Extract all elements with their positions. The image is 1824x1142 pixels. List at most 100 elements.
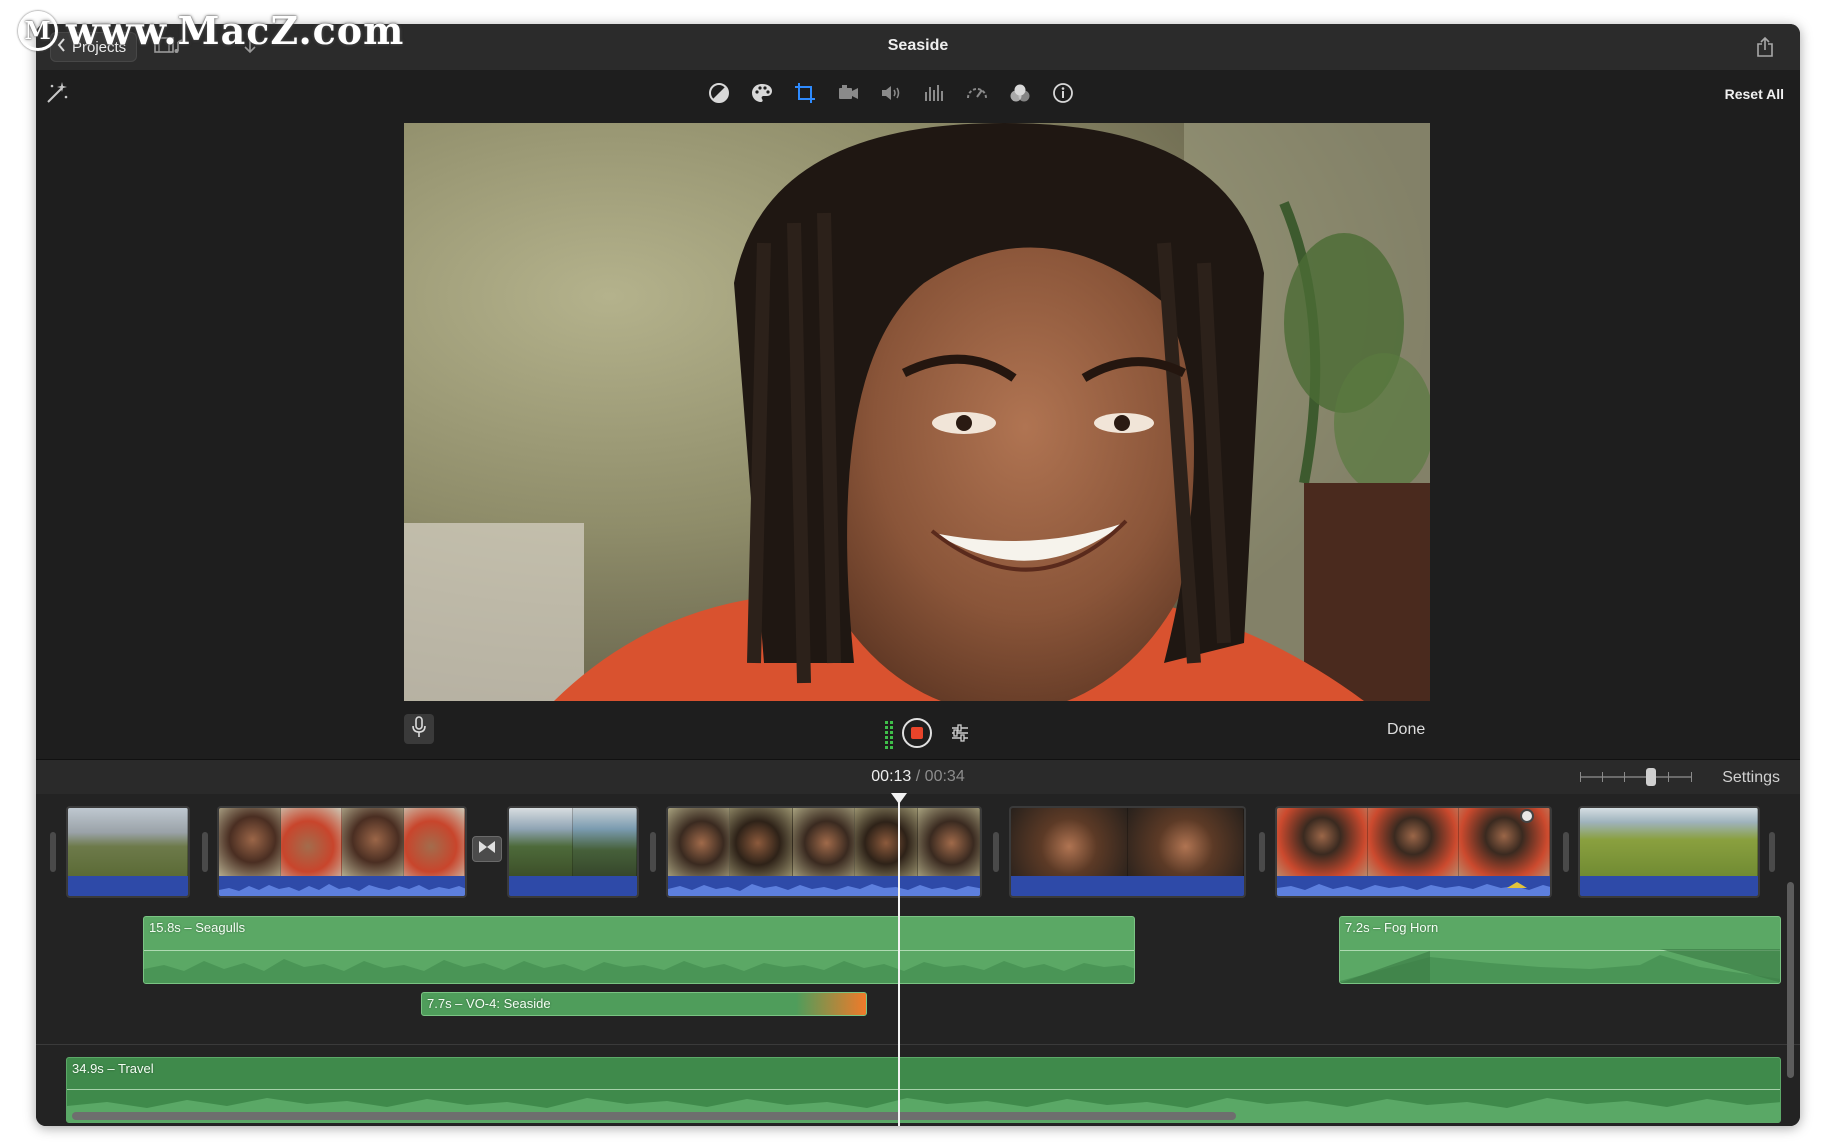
zoom-track [1580, 776, 1692, 778]
audio-clip-label: 7.2s – Fog Horn [1345, 920, 1439, 935]
zoom-tick [1602, 772, 1603, 782]
audio-clip-fog-horn[interactable]: 7.2s – Fog Horn [1339, 916, 1781, 984]
timeline-header: 00:13 / 00:34 Settings [36, 759, 1800, 794]
clip-thumbnails [1580, 808, 1758, 878]
audio-clip-label: 7.7s – VO-4: Seaside [427, 996, 551, 1011]
watermark-logo: M [18, 10, 58, 51]
video-viewer [404, 123, 1430, 701]
timeline-horizontal-scrollbar[interactable] [72, 1112, 1236, 1120]
timeline-zoom-slider[interactable] [1580, 768, 1692, 786]
clip-audio-strip [68, 876, 188, 896]
clip-gap-handle[interactable] [1563, 832, 1569, 872]
speed-icon[interactable] [964, 80, 990, 106]
thumbnail-portrait [280, 808, 342, 878]
clip-gap-handle[interactable] [202, 832, 208, 872]
watermark-text: www.MacZ.com [66, 8, 405, 53]
clip-gap-handle[interactable] [993, 832, 999, 872]
thumbnail-coast [573, 808, 637, 878]
thumbnail-portrait [1459, 808, 1550, 878]
clip-thumbnails [219, 808, 465, 878]
audio-clip-label: 34.9s – Travel [72, 1061, 154, 1076]
video-clip[interactable] [1275, 806, 1552, 898]
timeline-vertical-scrollbar[interactable] [1787, 882, 1794, 1078]
adjustments-toolbar: Reset All [36, 70, 1800, 118]
clip-gap-handle[interactable] [50, 832, 56, 872]
noise-reduction-equalizer-icon[interactable] [921, 80, 947, 106]
clip-audio-strip [1277, 876, 1550, 896]
clip-thumbnails [1011, 808, 1244, 878]
thumbnail-portrait [792, 808, 856, 878]
video-clip[interactable] [1578, 806, 1760, 898]
clip-waveform [1277, 882, 1550, 896]
zoom-tick [1624, 772, 1625, 782]
audio-waveform [144, 959, 1134, 983]
timeline-settings-button[interactable]: Settings [1722, 769, 1780, 787]
info-icon[interactable] [1050, 80, 1076, 106]
reset-all-button[interactable]: Reset All [1725, 86, 1784, 102]
playhead-handle[interactable] [891, 793, 907, 804]
volume-icon[interactable] [878, 80, 904, 106]
clip-waveform [219, 884, 465, 896]
clip-audio-strip [1011, 876, 1244, 896]
magic-wand-icon[interactable] [44, 80, 70, 111]
clip-marker[interactable] [1520, 809, 1534, 823]
clip-gap-handle[interactable] [1769, 832, 1775, 872]
video-clip[interactable] [1009, 806, 1246, 898]
thumbnail-portrait [668, 808, 731, 878]
clip-thumbnails [68, 808, 188, 878]
thumbnail-portrait [342, 808, 404, 878]
audio-clip-seagulls[interactable]: 15.8s – Seagulls [143, 916, 1135, 984]
timecode-display: 00:13 / 00:34 [36, 768, 1800, 786]
stabilization-icon[interactable] [835, 80, 861, 106]
time-separator: / [915, 768, 921, 785]
stop-icon [911, 727, 923, 739]
timeline: 15.8s – Seagulls 7.7s – VO-4: Seaside 7.… [36, 794, 1800, 1126]
thumbnail-portrait [730, 808, 793, 878]
video-clip[interactable] [217, 806, 467, 898]
crop-icon[interactable] [792, 80, 818, 106]
thumbnail-portrait [403, 808, 465, 878]
background-music-divider [36, 1044, 1800, 1045]
audio-clip-voiceover[interactable]: 7.7s – VO-4: Seaside [421, 992, 867, 1016]
recording-fade [796, 993, 866, 1015]
audio-level-meter [885, 721, 893, 749]
clip-audio-strip [668, 876, 980, 896]
audio-waveform [1340, 949, 1780, 983]
clip-gap-handle[interactable] [650, 832, 656, 872]
share-icon[interactable] [1756, 36, 1774, 63]
done-button[interactable]: Done [1387, 721, 1425, 739]
clip-thumbnails [1277, 808, 1550, 878]
color-correction-icon[interactable] [749, 80, 775, 106]
color-balance-icon[interactable] [706, 80, 732, 106]
video-frame [404, 123, 1430, 701]
video-clip[interactable] [66, 806, 190, 898]
voiceover-options-icon[interactable] [950, 723, 970, 748]
watermark: M www.MacZ.com [18, 8, 404, 53]
zoom-tick [1668, 772, 1669, 782]
record-stop-button[interactable] [902, 718, 932, 748]
clip-thumbnails [509, 808, 637, 878]
video-clip[interactable] [507, 806, 639, 898]
playhead[interactable] [898, 798, 900, 1126]
transition-button[interactable] [472, 836, 502, 862]
thumbnail-portrait [1368, 808, 1459, 878]
video-clip[interactable] [666, 806, 982, 898]
zoom-tick [1580, 772, 1581, 782]
thumbnail-portrait [219, 808, 281, 878]
zoom-tick [1691, 772, 1692, 782]
thumbnail-coast [509, 808, 573, 878]
zoom-thumb[interactable] [1646, 768, 1656, 786]
clip-audio-strip [1580, 876, 1758, 896]
audio-clip-label: 15.8s – Seagulls [149, 920, 246, 935]
clip-gap-handle[interactable] [1259, 832, 1265, 872]
thumbnail-portrait [855, 808, 918, 878]
clip-thumbnails [668, 808, 980, 878]
transition-icon [478, 840, 496, 859]
tool-group [706, 80, 1076, 106]
imovie-window: Projects Seaside Reset All Done 00:13 / … [36, 24, 1800, 1126]
thumbnail-portrait [1277, 808, 1368, 878]
clip-filter-icon[interactable] [1007, 80, 1033, 106]
clip-audio-strip [509, 876, 637, 896]
clip-waveform [668, 884, 980, 896]
voiceover-mic-button[interactable] [404, 714, 434, 744]
